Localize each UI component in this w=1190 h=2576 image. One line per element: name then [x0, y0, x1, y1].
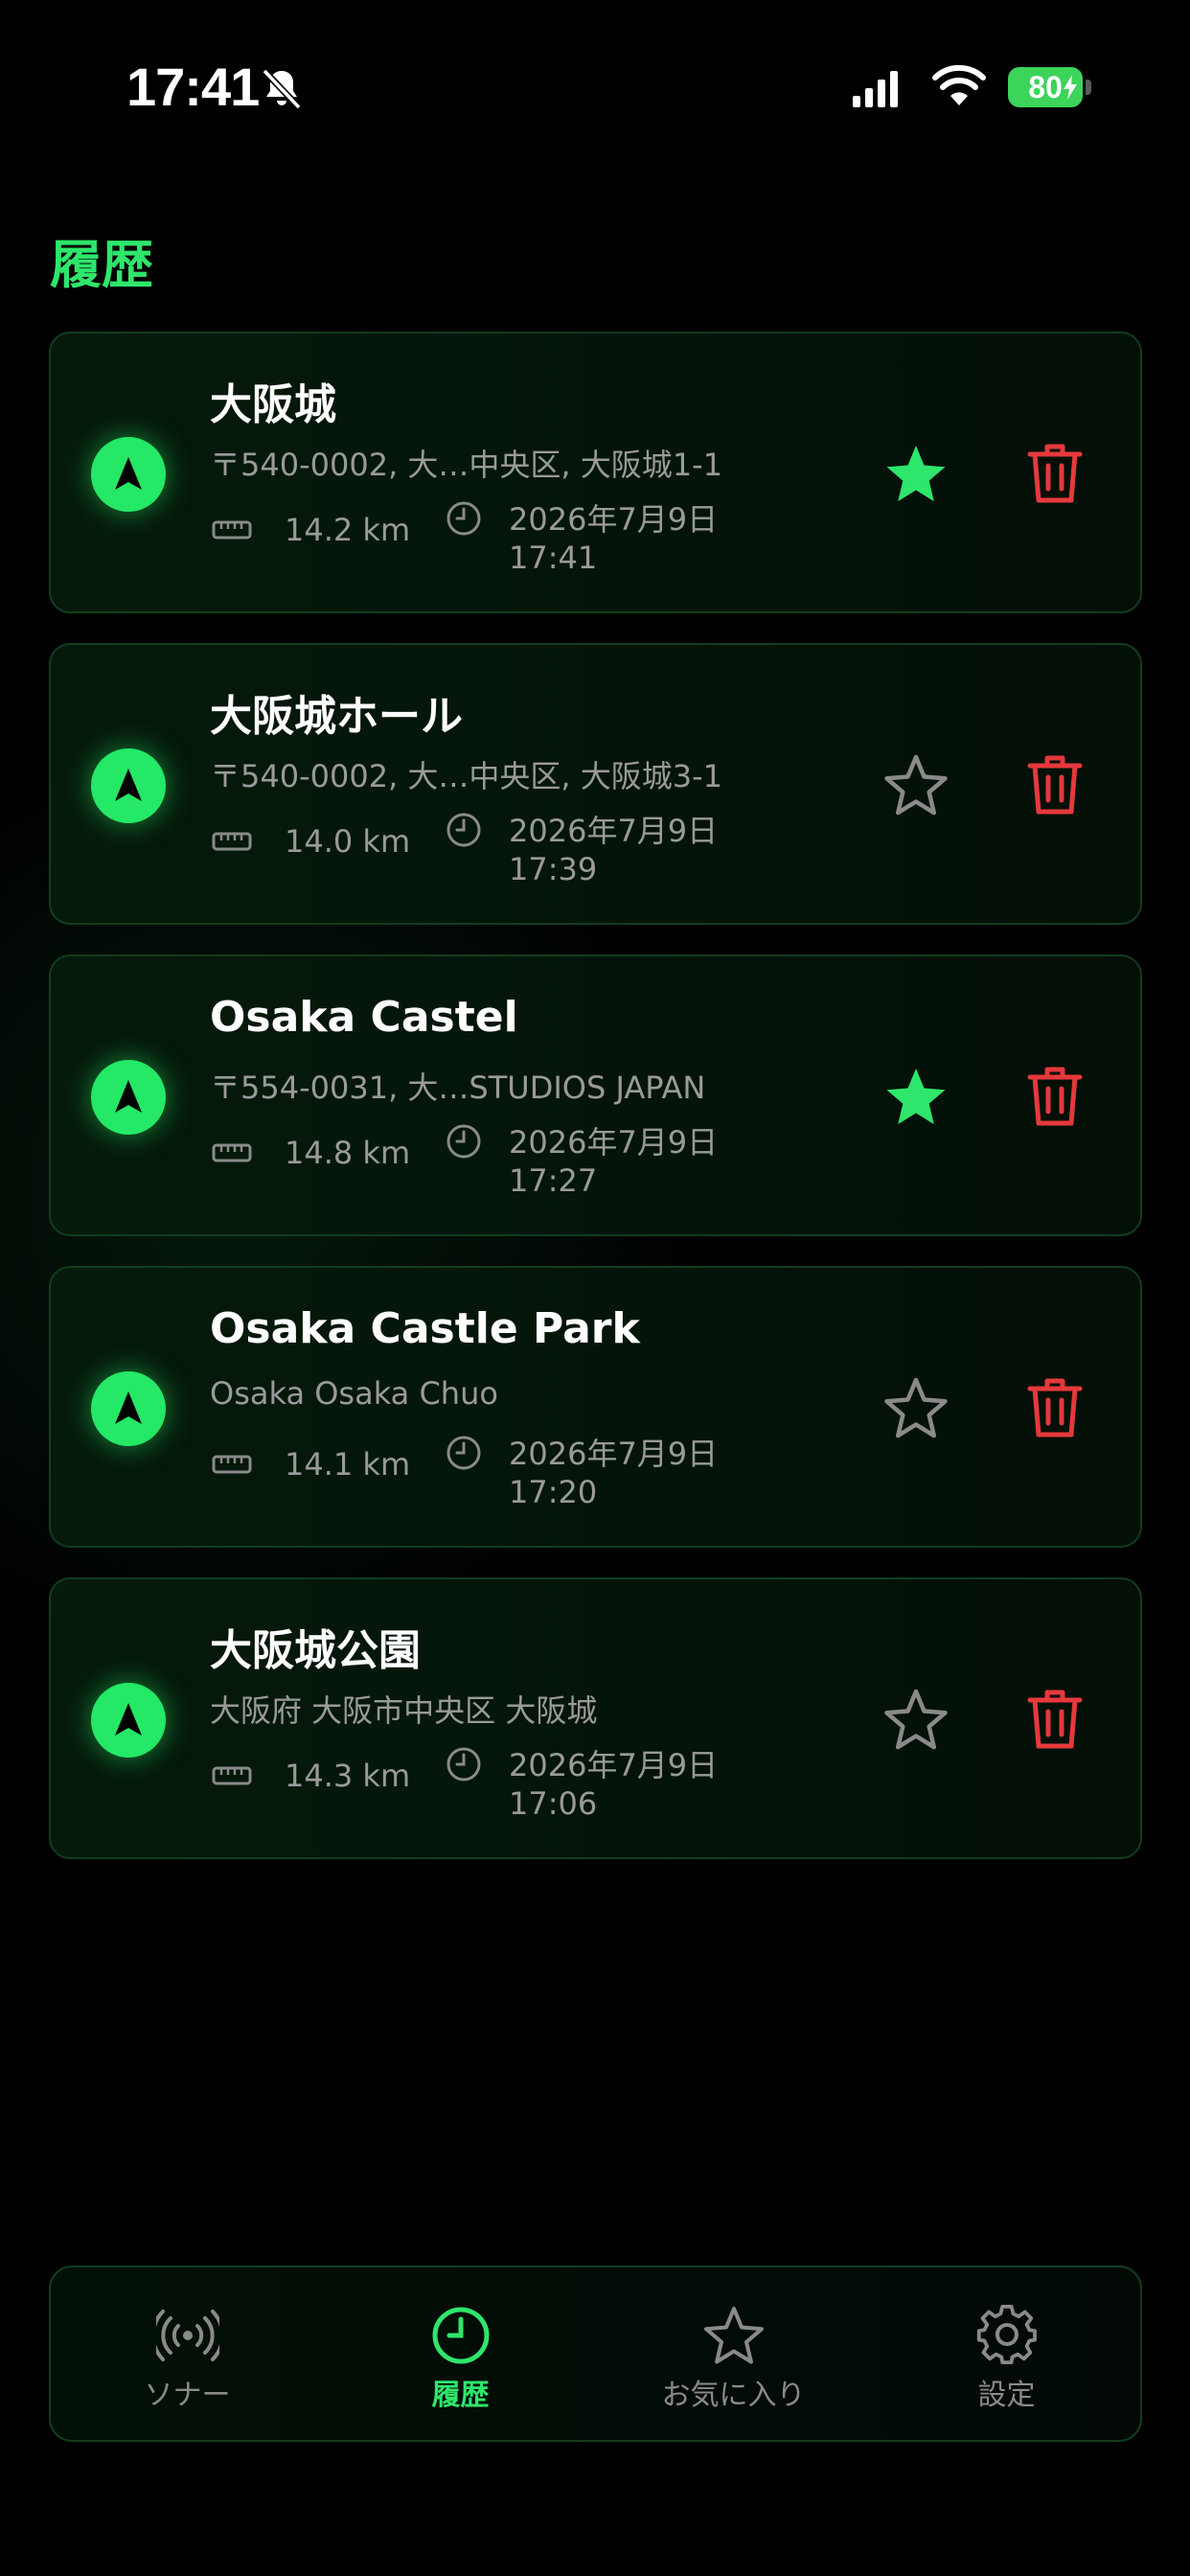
tab-history[interactable]: 履歴 — [324, 2267, 597, 2440]
place-address: 大阪府 大阪市中央区 大阪城 — [210, 1692, 598, 1729]
place-name: 大阪城ホール — [210, 692, 463, 741]
visit-date-time: 17:20 — [509, 1474, 598, 1510]
battery-level: 80 — [1028, 69, 1063, 104]
tab-label: ソナー — [144, 2379, 231, 2412]
tab-bar: ソナー 履歴 お気に入り 設定 — [49, 2266, 1142, 2442]
favorite-star-icon[interactable] — [882, 752, 950, 819]
distance: 14.0 km — [285, 823, 411, 860]
favorite-star-icon[interactable] — [882, 1687, 950, 1754]
tab-label: お気に入り — [661, 2379, 806, 2412]
clock-icon — [446, 1436, 481, 1470]
gear-icon — [976, 2304, 1037, 2364]
tab-sonar[interactable]: ソナー — [51, 2267, 324, 2440]
place-address: Osaka Osaka Chuo — [210, 1375, 498, 1412]
bell-off-icon — [262, 68, 302, 110]
history-card[interactable]: Osaka Castel 〒554-0031, 大…STUDIOS JAPAN … — [49, 954, 1142, 1236]
navigate-button[interactable] — [91, 1060, 166, 1135]
visit-date-day: 2026年7月9日 — [509, 1747, 719, 1783]
ruler-icon — [212, 1455, 252, 1474]
battery-cap — [1086, 80, 1091, 95]
visit-date: 2026年7月9日 17:20 — [509, 1435, 815, 1511]
tab-favorites[interactable]: お気に入り — [597, 2267, 870, 2440]
favorite-star-icon[interactable] — [882, 1064, 950, 1131]
ruler-icon — [212, 832, 252, 851]
navigation-arrow-icon — [115, 1703, 142, 1736]
visit-date: 2026年7月9日 17:06 — [509, 1746, 815, 1823]
wifi-icon — [932, 64, 986, 105]
clock-icon — [446, 1124, 481, 1159]
clock-icon — [446, 501, 481, 536]
navigate-button[interactable] — [91, 748, 166, 823]
clock-icon — [432, 2307, 490, 2364]
navigate-button[interactable] — [91, 1371, 166, 1446]
place-name: 大阪城 — [210, 380, 336, 429]
distance: 14.8 km — [285, 1135, 411, 1171]
navigation-arrow-icon — [115, 457, 142, 490]
history-list: 大阪城 〒540-0002, 大…中央区, 大阪城1-1 14.2 km 202… — [49, 332, 1142, 1889]
place-name: 大阪城公園 — [210, 1626, 421, 1675]
visit-date-day: 2026年7月9日 — [509, 1124, 719, 1161]
charging-bolt-icon — [1064, 75, 1077, 100]
battery-indicator: 80 — [1008, 67, 1083, 107]
screen: 17:41 80 履歴 大阪城 〒540-0002, 大…中央区, 大阪城1-1… — [0, 0, 1190, 2576]
status-time: 17:41 — [126, 57, 260, 117]
place-address: 〒540-0002, 大…中央区, 大阪城1-1 — [210, 447, 723, 483]
place-address: 〒540-0002, 大…中央区, 大阪城3-1 — [210, 758, 723, 794]
visit-date-day: 2026年7月9日 — [509, 1436, 719, 1472]
distance: 14.2 km — [285, 512, 411, 548]
favorite-star-icon[interactable] — [882, 441, 950, 508]
visit-date-time: 17:06 — [509, 1785, 598, 1822]
place-name: Osaka Castle Park — [210, 1304, 640, 1353]
history-card[interactable]: 大阪城 〒540-0002, 大…中央区, 大阪城1-1 14.2 km 202… — [49, 332, 1142, 613]
clock-icon — [446, 1747, 481, 1782]
delete-trash-icon[interactable] — [1026, 1064, 1084, 1129]
place-address: 〒554-0031, 大…STUDIOS JAPAN — [210, 1070, 706, 1106]
ruler-icon — [212, 520, 252, 540]
visit-date-time: 17:39 — [509, 851, 598, 887]
navigation-arrow-icon — [115, 769, 142, 801]
navigation-arrow-icon — [115, 1080, 142, 1113]
visit-date: 2026年7月9日 17:27 — [509, 1123, 815, 1200]
visit-date-time: 17:41 — [509, 540, 598, 576]
star-icon — [704, 2307, 764, 2364]
tab-settings[interactable]: 設定 — [870, 2267, 1143, 2440]
navigation-arrow-icon — [115, 1392, 142, 1424]
visit-date: 2026年7月9日 17:39 — [509, 812, 815, 888]
delete-trash-icon[interactable] — [1026, 1687, 1084, 1752]
ruler-icon — [212, 1766, 252, 1785]
sonar-icon — [156, 2310, 219, 2361]
visit-date-day: 2026年7月9日 — [509, 813, 719, 849]
visit-date-day: 2026年7月9日 — [509, 501, 719, 538]
distance: 14.1 km — [285, 1446, 411, 1483]
delete-trash-icon[interactable] — [1026, 441, 1084, 506]
status-bar: 17:41 80 — [0, 0, 1190, 172]
cellular-signal-icon — [853, 71, 898, 107]
delete-trash-icon[interactable] — [1026, 1375, 1084, 1440]
visit-date: 2026年7月9日 17:41 — [509, 500, 815, 577]
navigate-button[interactable] — [91, 437, 166, 512]
favorite-star-icon[interactable] — [882, 1375, 950, 1442]
history-card[interactable]: 大阪城公園 大阪府 大阪市中央区 大阪城 14.3 km 2026年7月9日 17… — [49, 1577, 1142, 1859]
page-title: 履歴 — [50, 235, 153, 295]
distance: 14.3 km — [285, 1758, 411, 1794]
ruler-icon — [212, 1143, 252, 1162]
tab-label: 設定 — [977, 2379, 1036, 2412]
delete-trash-icon[interactable] — [1026, 752, 1084, 817]
navigate-button[interactable] — [91, 1683, 166, 1758]
visit-date-time: 17:27 — [509, 1162, 598, 1199]
place-name: Osaka Castel — [210, 993, 518, 1042]
clock-icon — [446, 813, 481, 847]
history-card[interactable]: 大阪城ホール 〒540-0002, 大…中央区, 大阪城3-1 14.0 km … — [49, 643, 1142, 925]
tab-label: 履歴 — [431, 2379, 490, 2412]
history-card[interactable]: Osaka Castle Park Osaka Osaka Chuo 14.1 … — [49, 1266, 1142, 1548]
